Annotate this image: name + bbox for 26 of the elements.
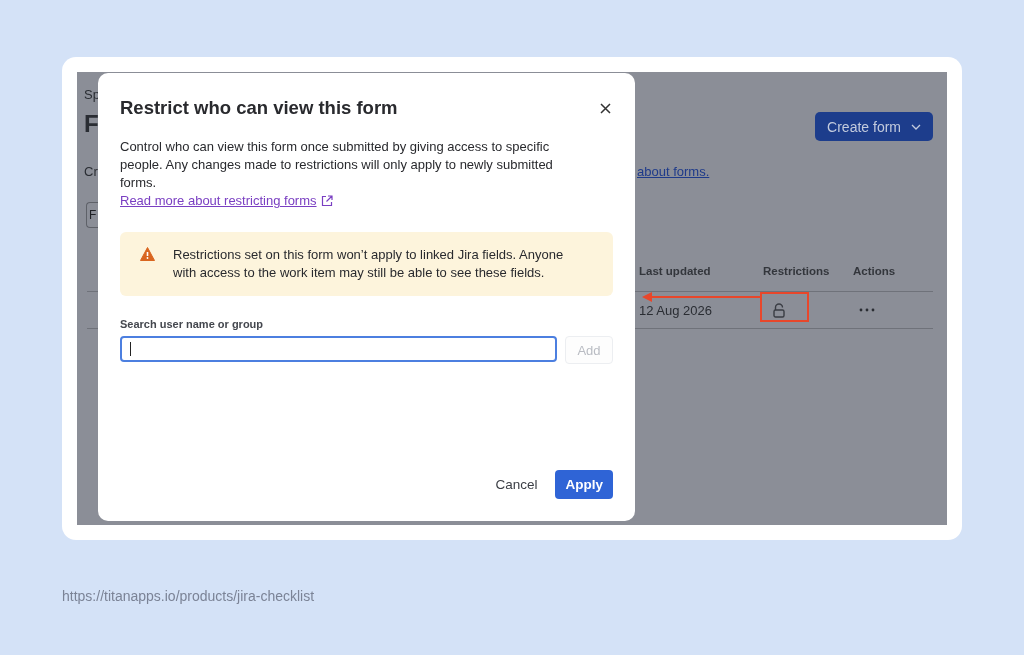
more-icon[interactable] <box>859 308 875 312</box>
dialog-title: Restrict who can view this form <box>120 97 398 119</box>
search-field[interactable] <box>120 336 557 362</box>
chevron-down-icon <box>911 123 921 130</box>
unlocked-lock-icon[interactable] <box>773 302 785 318</box>
text-cursor <box>130 342 131 356</box>
close-icon <box>600 102 611 114</box>
table-cell-text: 12 Aug 2026 <box>638 302 714 318</box>
read-more-link[interactable]: Read more about restricting forms <box>120 192 333 210</box>
create-form-button[interactable]: Create form <box>815 112 933 141</box>
highlight-rectangle <box>760 292 809 322</box>
cancel-button[interactable]: Cancel <box>485 470 548 498</box>
page-heading: F <box>84 110 99 138</box>
close-button[interactable] <box>598 100 613 116</box>
external-link-icon <box>320 195 333 207</box>
column-header: Actions <box>853 265 897 277</box>
caption-url: https://titanapps.io/products/jira-checklist <box>62 588 316 604</box>
page-description: Cr <box>84 163 98 179</box>
dialog-description: Control who can view this form once submitted by giving access to specific people. Any changes made to restrictions will only apply to newly submitted forms. <box>120 138 554 192</box>
field-label: Search user name or group <box>120 318 265 330</box>
apply-button[interactable]: Apply <box>555 470 613 499</box>
warning-icon <box>140 247 155 261</box>
forms-link[interactable]: about forms. <box>635 163 710 179</box>
warning-text: Restrictions set on this form won’t apply to linked Jira fields. Anyone with access to the work item may still be able to see these fields. <box>173 246 565 282</box>
column-header: Last updated <box>638 265 712 277</box>
column-header: Restrictions <box>763 265 831 277</box>
